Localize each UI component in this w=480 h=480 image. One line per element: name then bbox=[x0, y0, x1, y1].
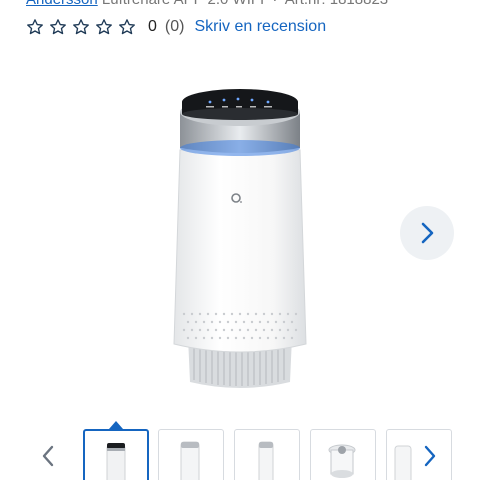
thumbnail-side-2[interactable] bbox=[234, 429, 300, 480]
star-rating[interactable] bbox=[26, 18, 136, 36]
brand-link[interactable]: Andersson bbox=[26, 0, 98, 8]
image-next-button[interactable] bbox=[400, 206, 454, 260]
product-image bbox=[173, 89, 307, 388]
article-label: Art.nr: bbox=[285, 0, 326, 8]
thumbnail-next-button[interactable] bbox=[416, 442, 444, 470]
thumbnail-side[interactable] bbox=[158, 429, 224, 480]
rating-row: 0 (0) Skriv en recension bbox=[26, 14, 326, 40]
chevron-left-icon bbox=[42, 445, 54, 467]
star-icon[interactable] bbox=[49, 18, 67, 36]
star-icon[interactable] bbox=[118, 18, 136, 36]
thumbnail-side-image bbox=[180, 441, 200, 480]
chevron-right-icon bbox=[424, 445, 436, 467]
product-subheader: Andersson Luftrenare APP 2.0 WIFI · Art.… bbox=[26, 0, 388, 8]
star-icon[interactable] bbox=[72, 18, 90, 36]
product-name: Luftrenare APP 2.0 WIFI bbox=[102, 0, 264, 8]
chevron-right-icon bbox=[421, 222, 434, 244]
thumbnail-filter[interactable] bbox=[310, 429, 376, 480]
rating-score: 0 bbox=[148, 18, 157, 35]
separator: · bbox=[272, 0, 277, 8]
thumbnail-strip bbox=[0, 420, 480, 480]
thumbnail-side-2-image bbox=[258, 441, 274, 480]
active-thumbnail-indicator bbox=[109, 421, 123, 429]
review-count: (0) bbox=[164, 18, 185, 35]
star-icon[interactable] bbox=[26, 18, 44, 36]
write-review-link[interactable]: Skriv en recension bbox=[194, 18, 326, 36]
thumbnail-filter-image bbox=[328, 444, 356, 478]
star-icon[interactable] bbox=[95, 18, 113, 36]
article-number: 1818823 bbox=[330, 0, 388, 8]
thumbnail-front-image bbox=[106, 443, 126, 480]
thumbnail-front[interactable] bbox=[83, 429, 149, 480]
thumbnail-prev-button[interactable] bbox=[34, 442, 62, 470]
